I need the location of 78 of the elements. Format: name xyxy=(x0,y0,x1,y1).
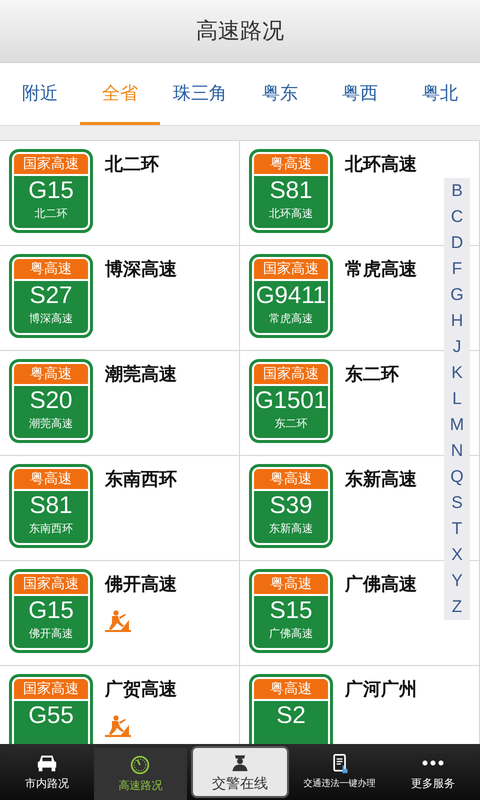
sign-code: G15 xyxy=(28,176,74,206)
road-item[interactable]: 国家高速 G15 北二环 北二环 xyxy=(0,141,240,246)
sign-code: S39 xyxy=(270,491,312,521)
sign-code: S2 xyxy=(276,701,306,731)
more-icon xyxy=(422,760,444,766)
sign-code: S27 xyxy=(30,281,72,311)
sign-subtitle: 北二环 xyxy=(34,206,68,222)
region-tab[interactable]: 珠三角 xyxy=(160,63,240,125)
gauge-icon xyxy=(129,755,152,775)
road-item[interactable]: 粤高速 S20 潮莞高速 潮莞高速 xyxy=(0,351,240,456)
road-item[interactable]: 粤高速 S27 博深高速 博深高速 xyxy=(0,246,240,351)
sign-header: 粤高速 xyxy=(254,574,328,596)
index-letter[interactable]: C xyxy=(450,204,464,230)
car-icon xyxy=(36,753,58,773)
nav-tab[interactable]: 交通违法一键办理 xyxy=(292,744,386,800)
sign-header: 国家高速 xyxy=(14,574,88,596)
sign-subtitle: 潮莞高速 xyxy=(29,416,73,432)
index-letter[interactable]: F xyxy=(452,256,462,282)
sign-header: 国家高速 xyxy=(14,154,88,176)
sign-subtitle: 常虎高速 xyxy=(269,311,313,327)
sign-subtitle: 东新高速 xyxy=(269,521,313,537)
index-letter[interactable]: S xyxy=(451,490,463,516)
region-tab[interactable]: 附近 xyxy=(0,63,80,125)
road-name: 北环高速 xyxy=(345,153,417,176)
nav-tab[interactable]: 高速路况 xyxy=(94,748,188,800)
sign-code: G55 xyxy=(28,701,74,731)
nav-tab[interactable]: 交警在线 xyxy=(191,746,289,798)
nav-tab[interactable]: 更多服务 xyxy=(386,744,480,800)
sign-subtitle: 广佛高速 xyxy=(269,626,313,642)
page-title: 高速路况 xyxy=(196,18,284,46)
sign-code: G1501 xyxy=(254,386,328,416)
sign-header: 粤高速 xyxy=(14,259,88,281)
road-name: 广河广州 xyxy=(345,678,417,701)
road-name: 潮莞高速 xyxy=(105,363,177,386)
index-letter[interactable]: K xyxy=(451,360,463,386)
sign-header: 国家高速 xyxy=(254,259,328,281)
region-tab[interactable]: 粤东 xyxy=(240,63,320,125)
road-name: 东二环 xyxy=(345,363,399,386)
sign-code: G15 xyxy=(28,596,74,626)
index-letter[interactable]: L xyxy=(452,386,462,412)
road-name: 博深高速 xyxy=(105,258,177,281)
road-name: 东南西环 xyxy=(105,468,177,491)
sign-header: 国家高速 xyxy=(14,679,88,701)
sign-subtitle: 佛开高速 xyxy=(29,626,73,642)
sign-header: 粤高速 xyxy=(254,679,328,701)
index-letter[interactable]: Q xyxy=(450,464,464,490)
sign-code: S15 xyxy=(270,596,312,626)
sign-subtitle: 北环高速 xyxy=(269,206,313,222)
sign-code: S20 xyxy=(30,386,72,416)
index-letter[interactable]: Z xyxy=(452,594,462,620)
index-letter[interactable]: H xyxy=(450,308,464,334)
sign-header: 粤高速 xyxy=(14,469,88,491)
index-letter[interactable]: M xyxy=(450,412,464,438)
index-letter[interactable]: T xyxy=(452,516,462,542)
road-name: 常虎高速 xyxy=(345,258,417,281)
region-tab[interactable]: 粤北 xyxy=(400,63,480,125)
sign-header: 粤高速 xyxy=(14,364,88,386)
road-name: 佛开高速 xyxy=(105,573,177,596)
road-item[interactable]: 国家高速 G15 佛开高速 佛开高速 xyxy=(0,561,240,666)
road-name: 东新高速 xyxy=(345,468,417,491)
index-letter[interactable]: G xyxy=(450,282,464,308)
sign-subtitle: 东南西环 xyxy=(29,521,73,537)
sign-subtitle: 东二环 xyxy=(274,416,308,432)
sign-code: G9411 xyxy=(256,281,326,311)
index-letter[interactable]: B xyxy=(451,178,463,204)
sign-header: 粤高速 xyxy=(254,469,328,491)
region-tab[interactable]: 粤西 xyxy=(320,63,400,125)
sign-code: S81 xyxy=(30,491,72,521)
nav-tab[interactable]: 市内路况 xyxy=(0,744,94,800)
index-letter[interactable]: Y xyxy=(451,568,463,594)
sign-header: 国家高速 xyxy=(254,364,328,386)
road-item[interactable]: 粤高速 S81 东南西环 东南西环 xyxy=(0,456,240,561)
road-name: 北二环 xyxy=(105,153,159,176)
road-name: 广贺高速 xyxy=(105,678,177,701)
sign-header: 粤高速 xyxy=(254,154,328,176)
sign-code: S81 xyxy=(270,176,312,206)
sign-subtitle: 博深高速 xyxy=(29,311,73,327)
road-name: 广佛高速 xyxy=(345,573,417,596)
